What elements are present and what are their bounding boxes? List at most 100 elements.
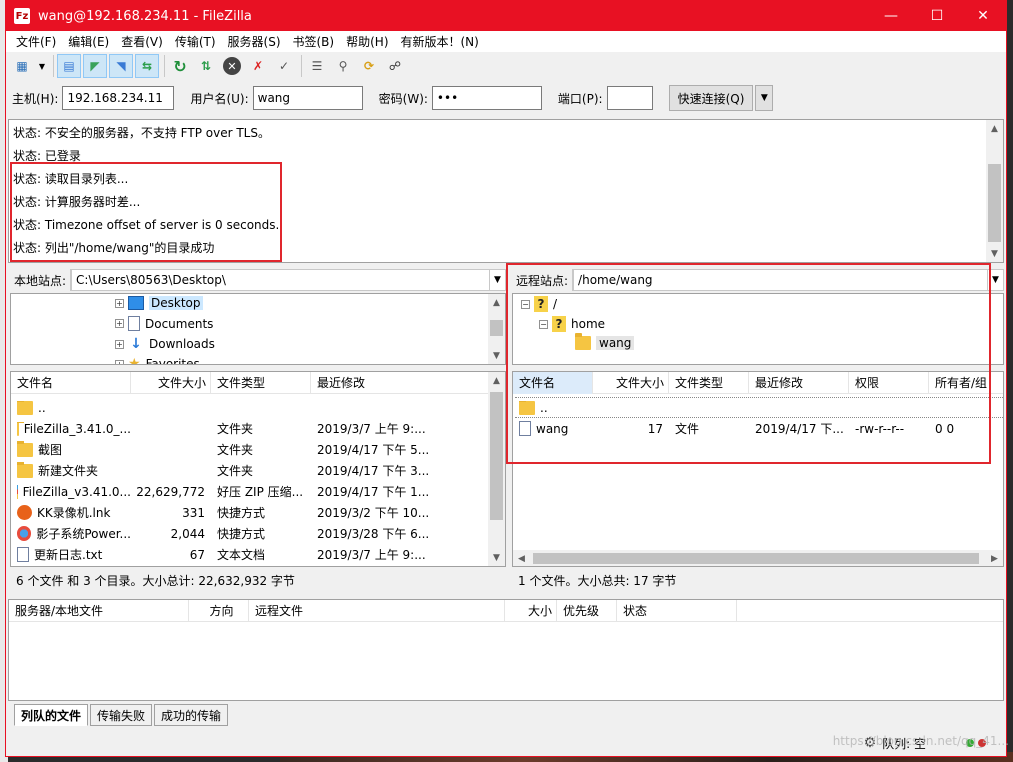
table-row[interactable]: wang 17 文件 2019/4/17 下... -rw-r--r-- 0 0 [513,418,1003,439]
remote-path-dropdown[interactable]: ▼ [988,269,1004,291]
reconnect-button[interactable]: ✓ [272,54,296,78]
table-row[interactable]: FileZilla_v3.41.0... 22,629,772 好压 ZIP 压… [11,481,490,502]
minimize-button[interactable]: — [868,1,914,31]
table-row[interactable]: 更新日志.txt 67 文本文档 2019/3/7 上午 9:... [11,544,490,565]
column-header-priority[interactable]: 优先级 [557,599,617,622]
remote-list-hscrollbar[interactable]: ◀ ▶ [513,550,1003,566]
scrollbar-thumb[interactable] [490,320,503,336]
message-log[interactable]: 状态: 不安全的服务器，不支持 FTP over TLS。 状态: 已登录 状态… [8,119,1004,263]
scroll-up-icon[interactable]: ▲ [986,120,1003,137]
scroll-up-icon[interactable]: ▲ [488,294,505,311]
column-header-direction[interactable]: 方向 [189,599,249,622]
log-scrollbar[interactable]: ▲ ▼ [986,120,1003,262]
column-header-modified[interactable]: 最近修改 [749,372,849,394]
column-header-size[interactable]: 文件大小 [131,372,211,394]
port-input[interactable] [606,86,653,110]
tree-item-wang[interactable]: wang [575,333,635,350]
expand-icon[interactable]: + [115,319,124,328]
disconnect-button[interactable]: ✗ [246,54,270,78]
local-path-input[interactable]: C:\Users\80563\Desktop\ [71,269,490,291]
cancel-operation-button[interactable]: ✕ [220,54,244,78]
scrollbar-thumb[interactable] [533,553,979,564]
tree-item-desktop[interactable]: + Desktop [115,296,203,310]
site-manager-button[interactable]: ▦ [10,54,34,78]
menu-edit[interactable]: 编辑(E) [62,33,115,50]
column-header-remote-file[interactable]: 远程文件 [249,599,505,622]
scroll-down-icon[interactable]: ▼ [488,549,505,566]
scroll-left-icon[interactable]: ◀ [513,550,530,566]
local-path-dropdown[interactable]: ▼ [490,269,506,291]
collapse-icon[interactable]: − [521,299,530,309]
find-files-button[interactable]: ☍ [383,54,407,78]
toggle-sync-browsing-button[interactable]: ⚲ [331,54,355,78]
tab-successful-transfers[interactable]: 成功的传输 [154,704,229,726]
column-header-modified[interactable]: 最近修改 [311,372,489,394]
refresh-button[interactable]: ↻ [168,54,192,78]
site-manager-dropdown[interactable]: ▼ [36,54,48,78]
menu-help[interactable]: 帮助(H) [340,33,394,50]
expand-icon[interactable]: + [115,359,124,364]
table-row[interactable]: .. [515,397,1003,418]
table-row[interactable]: 新建文件夹 文件夹 2019/4/17 下午 3... [11,460,490,481]
directory-filter-button[interactable]: ☰ [305,54,329,78]
tree-item-home[interactable]: − ? home [539,316,605,332]
username-input[interactable] [252,86,363,110]
scroll-right-icon[interactable]: ▶ [986,550,1003,566]
scrollbar-thumb[interactable] [988,164,1001,242]
local-list-scrollbar[interactable]: ▲ ▼ [488,372,505,566]
menu-transfer[interactable]: 传输(T) [169,33,222,50]
collapse-icon[interactable]: − [539,319,548,329]
column-header-filename[interactable]: 文件名 [513,372,593,394]
process-queue-button[interactable]: ⇅ [194,54,218,78]
menu-bookmarks[interactable]: 书签(B) [287,33,341,50]
toggle-remote-tree-button[interactable]: ◥ [109,54,133,78]
scrollbar-thumb[interactable] [490,392,503,520]
tree-item-root[interactable]: − ? / [521,296,557,312]
tree-item-downloads[interactable]: + ↓ Downloads [115,336,215,352]
column-header-local-file[interactable]: 服务器/本地文件 [9,599,189,622]
tab-failed-transfers[interactable]: 传输失败 [90,704,153,726]
quickconnect-button[interactable]: 快速连接(Q) [668,85,754,111]
quickconnect-dropdown[interactable]: ▼ [755,85,774,111]
password-input[interactable] [431,86,542,110]
tree-item-documents[interactable]: + Documents [115,316,213,331]
sync-browsing-button[interactable]: ⟳ [357,54,381,78]
remote-file-list[interactable]: 文件名 文件大小 文件类型 最近修改 权限 所有者/组 .. wang 17 文… [512,371,1004,567]
toggle-log-button[interactable]: ▤ [57,54,81,78]
column-header-size[interactable]: 文件大小 [593,372,669,394]
expand-icon[interactable]: + [115,339,124,349]
local-tree-scrollbar[interactable]: ▲ ▼ [488,294,505,364]
column-header-type[interactable]: 文件类型 [669,372,749,394]
local-file-list[interactable]: 文件名 文件大小 文件类型 最近修改 .. FileZilla_3.41.0_.… [10,371,506,567]
column-header-status[interactable]: 状态 [617,599,737,622]
tree-item-favorites[interactable]: + ★ Favorites [115,356,200,364]
table-row[interactable]: KK录像机.lnk 331 快捷方式 2019/3/2 下午 10... [11,502,490,523]
table-row[interactable]: 影子系统Power... 2,044 快捷方式 2019/3/28 下午 6..… [11,523,490,544]
table-row[interactable]: .. [11,397,490,418]
remote-directory-tree[interactable]: − ? / − ? home wang [512,293,1004,365]
local-directory-tree[interactable]: + Desktop + Documents + ↓ Downloads + ★ … [10,293,506,365]
expand-icon[interactable]: + [115,298,124,308]
host-input[interactable] [62,86,175,110]
scroll-up-icon[interactable]: ▲ [488,372,505,389]
column-header-filename[interactable]: 文件名 [11,372,131,394]
menu-file[interactable]: 文件(F) [10,33,62,50]
scroll-down-icon[interactable]: ▼ [986,245,1003,262]
table-row[interactable]: FileZilla_3.41.0_... 文件夹 2019/3/7 上午 9:.… [11,418,490,439]
close-button[interactable]: ✕ [960,1,1006,31]
table-row[interactable]: 截图 文件夹 2019/4/17 下午 5... [11,439,490,460]
scroll-down-icon[interactable]: ▼ [488,347,505,364]
menu-server[interactable]: 服务器(S) [222,33,287,50]
toggle-local-tree-button[interactable]: ◤ [83,54,107,78]
remote-path-input[interactable]: /home/wang [573,269,988,291]
menu-new-version[interactable]: 有新版本！(N) [395,33,485,50]
menu-view[interactable]: 查看(V) [115,33,169,50]
maximize-button[interactable]: ☐ [914,1,960,31]
column-header-size[interactable]: 大小 [505,599,557,622]
column-header-owner[interactable]: 所有者/组 [929,372,1003,394]
column-header-permissions[interactable]: 权限 [849,372,929,394]
transfer-queue[interactable]: 服务器/本地文件 方向 远程文件 大小 优先级 状态 [8,599,1004,701]
toggle-queue-button[interactable]: ⇆ [135,54,159,78]
column-header-type[interactable]: 文件类型 [211,372,311,394]
tab-queued-files[interactable]: 列队的文件 [14,704,89,726]
